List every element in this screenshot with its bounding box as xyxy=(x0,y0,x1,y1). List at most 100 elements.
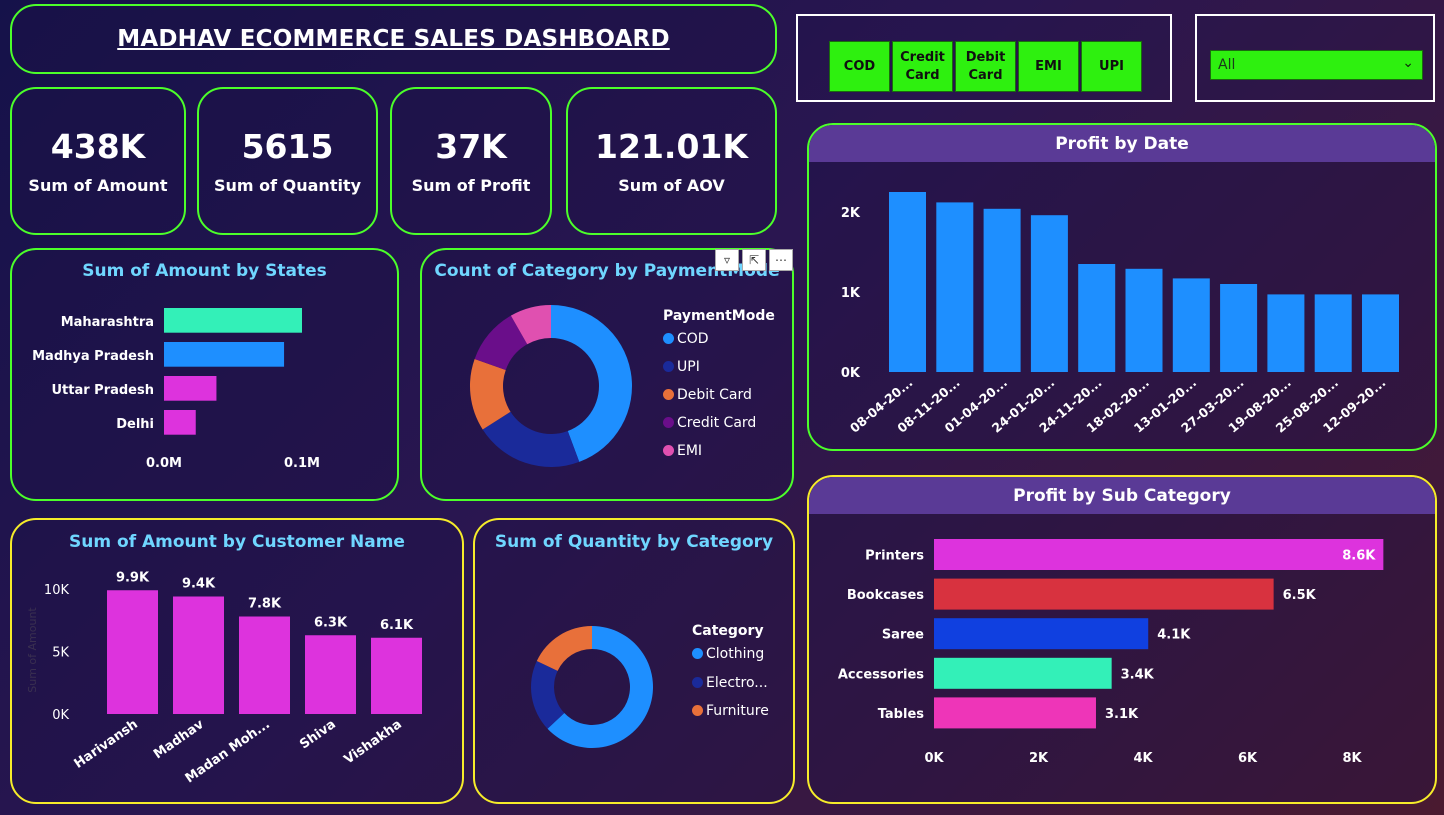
legend-item[interactable]: COD xyxy=(663,331,709,347)
y-tick-label: 1K xyxy=(841,286,861,301)
legend-label: COD xyxy=(677,331,709,347)
data-label: 4.1K xyxy=(1157,628,1191,643)
donut-slice xyxy=(536,626,592,671)
chart-profit-by-date[interactable]: Profit by Date 0K 1K 2K 08-04-20... 08-11-20… xyxy=(807,123,1437,451)
legend-label: Credit Card xyxy=(677,415,757,431)
bar xyxy=(164,308,302,333)
legend-title: Category xyxy=(692,623,764,639)
slicer-button-cod[interactable]: COD xyxy=(829,41,890,92)
data-label: 7.8K xyxy=(248,597,282,612)
paymentmode-donut-chart xyxy=(470,305,632,467)
legend-item[interactable]: EMI xyxy=(663,443,702,459)
x-tick-label: 2K xyxy=(1029,751,1049,766)
chart-amount-by-states[interactable]: Sum of Amount by States Maharashtra Madhy… xyxy=(10,248,399,501)
y-tick-label: 0K xyxy=(52,708,69,723)
slicer-button-debit-card[interactable]: Debit Card xyxy=(955,41,1016,92)
bar-label: Bookcases xyxy=(847,588,924,603)
bar-label: Tables xyxy=(878,707,925,722)
bar xyxy=(164,410,196,435)
kpi-card-profit[interactable]: 37K Sum of Profit xyxy=(390,87,552,235)
bar xyxy=(934,618,1149,650)
dashboard-title: MADHAV ECOMMERCE SALES DASHBOARD xyxy=(117,26,670,52)
data-label: 6.3K xyxy=(314,615,348,630)
y-tick-label: 5K xyxy=(52,646,69,661)
legend-item[interactable]: Electro... xyxy=(692,675,768,691)
bar xyxy=(239,616,290,714)
legend-item[interactable]: Furniture xyxy=(692,703,769,719)
bar-label: Madhya Pradesh xyxy=(32,349,154,364)
customer-bar-chart: 0K 5K 10K Sum of Amount 9.9K Harivansh 9.4K Mad… xyxy=(26,570,422,786)
legend-item[interactable]: Debit Card xyxy=(663,387,752,403)
y-tick-label: 2K xyxy=(841,206,861,221)
legend-item[interactable]: Clothing xyxy=(692,646,764,662)
legend-dot-icon xyxy=(663,389,674,400)
bar-label: Delhi xyxy=(116,417,154,432)
focus-mode-icon[interactable]: ⇱ xyxy=(742,249,766,271)
chart-category-by-paymentmode[interactable]: Count of Category by PaymentMode Payment… xyxy=(420,248,794,501)
legend-item[interactable]: UPI xyxy=(663,359,700,375)
legend-item[interactable]: Credit Card xyxy=(663,415,756,431)
data-label: 6.1K xyxy=(380,618,414,633)
legend-label: Debit Card xyxy=(677,387,752,403)
kpi-label: Sum of Amount xyxy=(28,176,168,195)
kpi-value: 438K xyxy=(50,127,146,166)
states-bar-chart: Maharashtra Madhya Pradesh Uttar Pradesh De… xyxy=(32,308,320,471)
legend-dot-icon xyxy=(663,333,674,344)
legend-label: Electro... xyxy=(706,674,768,691)
more-options-icon[interactable]: ⋯ xyxy=(769,249,793,271)
chart-quantity-by-category[interactable]: Sum of Quantity by Category Category Clo… xyxy=(473,518,795,804)
x-tick-label: Shiva xyxy=(297,717,339,752)
bar xyxy=(1172,278,1210,372)
bar xyxy=(164,342,285,367)
x-tick-label: Vishakha xyxy=(342,717,405,768)
bar xyxy=(934,578,1274,610)
data-label: 9.9K xyxy=(116,570,150,585)
kpi-label: Sum of AOV xyxy=(618,176,725,195)
kpi-value: 37K xyxy=(435,127,507,166)
y-tick-label: 0K xyxy=(841,366,861,381)
kpi-label: Sum of Quantity xyxy=(213,176,362,195)
bar xyxy=(1125,268,1163,372)
bar xyxy=(1220,284,1258,372)
bar xyxy=(1267,294,1305,372)
bar xyxy=(305,635,356,714)
legend-label: Furniture xyxy=(706,703,769,719)
bar-label: Uttar Pradesh xyxy=(51,383,154,398)
chart-profit-by-subcategory[interactable]: Profit by Sub Category Printers 8.6K Bookc… xyxy=(807,475,1437,804)
kpi-card-aov[interactable]: 121.01K Sum of AOV xyxy=(566,87,777,235)
bar xyxy=(107,590,158,714)
x-tick-label: Madhav xyxy=(151,717,207,763)
kpi-card-quantity[interactable]: 5615 Sum of Quantity xyxy=(197,87,378,235)
x-tick-label: 0K xyxy=(924,751,944,766)
x-tick-label: 4K xyxy=(1133,751,1153,766)
slicer-button-credit-card[interactable]: Credit Card xyxy=(892,41,953,92)
data-label: 9.4K xyxy=(182,577,216,592)
kpi-value: 5615 xyxy=(241,127,334,166)
kpi-label: Sum of Profit xyxy=(411,176,531,195)
visual-header-toolbar: ▿ ⇱ ⋯ xyxy=(715,249,793,271)
legend-label: Clothing xyxy=(706,646,765,662)
bar xyxy=(889,192,926,372)
legend-dot-icon xyxy=(663,361,674,372)
bar xyxy=(371,637,422,714)
kpi-value: 121.01K xyxy=(595,127,748,166)
bar xyxy=(1362,294,1399,372)
subcategory-bar-chart: Printers 8.6K Bookcases 6.5K Saree 4.1K Access… xyxy=(838,539,1384,766)
legend-label: EMI xyxy=(677,443,703,459)
chart-amount-by-customer[interactable]: Sum of Amount by Customer Name 0K 5K 10K Su… xyxy=(10,518,464,804)
y-axis-label: Sum of Amount xyxy=(26,607,39,693)
slicer-button-upi[interactable]: UPI xyxy=(1081,41,1142,92)
legend-dot-icon xyxy=(692,648,703,659)
bar xyxy=(934,657,1112,689)
legend-dot-icon xyxy=(663,445,674,456)
dropdown-select[interactable]: All ⌄ xyxy=(1210,50,1423,80)
bar xyxy=(1030,215,1068,372)
bar-label: Accessories xyxy=(838,667,924,682)
data-label: 8.6K xyxy=(1342,549,1376,564)
bar xyxy=(934,539,1384,570)
bar xyxy=(173,596,224,714)
kpi-card-amount[interactable]: 438K Sum of Amount xyxy=(10,87,186,235)
slicer-button-emi[interactable]: EMI xyxy=(1018,41,1079,92)
filter-icon[interactable]: ▿ xyxy=(715,249,739,271)
x-tick-label: 0.1M xyxy=(284,456,320,471)
